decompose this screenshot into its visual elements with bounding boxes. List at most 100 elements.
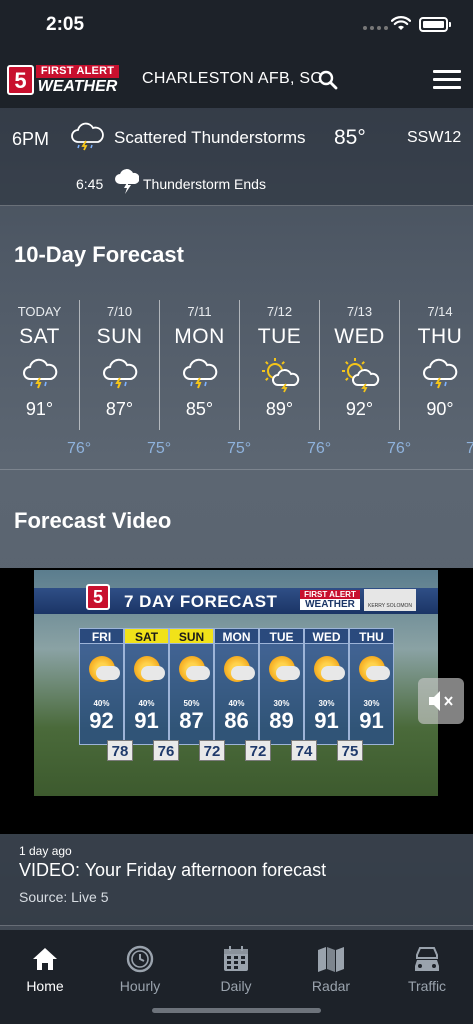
home-indicator bbox=[152, 1008, 321, 1013]
tab-daily[interactable]: Daily bbox=[196, 944, 276, 994]
day-high: 87° bbox=[105, 399, 134, 419]
tab-hourly[interactable]: Hourly bbox=[100, 944, 180, 994]
cloud-icon bbox=[186, 666, 210, 680]
graphic-day: WED 30% 91 bbox=[304, 628, 349, 745]
graphic-day-body: 50% 87 bbox=[169, 644, 214, 745]
day-name: SAT bbox=[19, 325, 60, 348]
station-logo[interactable]: 5 FIRST ALERT WEATHER bbox=[7, 65, 119, 95]
lightning-cloud-icon bbox=[115, 169, 139, 194]
forecast-day[interactable]: TODAY SAT 91° bbox=[0, 300, 80, 430]
clock-icon bbox=[100, 944, 180, 974]
graphic-brand-top: FIRST ALERT bbox=[300, 590, 360, 599]
day-low: 75° bbox=[147, 440, 172, 457]
graphic-day: MON 40% 86 bbox=[214, 628, 259, 745]
wifi-icon bbox=[391, 16, 411, 30]
day-date: 7/12 bbox=[266, 304, 293, 319]
graphic-hi: 89 bbox=[269, 708, 294, 733]
day-high: 89° bbox=[265, 399, 294, 419]
day-low: 76° bbox=[67, 440, 92, 457]
day-high: 85° bbox=[185, 399, 214, 419]
graphic-day-body: 30% 91 bbox=[349, 644, 394, 745]
graphic-day-name: THU bbox=[349, 628, 394, 644]
cloud-icon bbox=[321, 666, 345, 680]
status-bar: 2:05 bbox=[0, 0, 473, 52]
sun-thunderstorm-icon bbox=[320, 357, 399, 395]
video-caption[interactable]: 1 day ago VIDEO: Your Friday afternoon f… bbox=[0, 834, 473, 926]
search-icon[interactable] bbox=[318, 70, 338, 90]
graphic-lo: 74 bbox=[291, 740, 317, 761]
graphic-brand-bottom: WEATHER bbox=[300, 599, 360, 610]
graphic-day-name: TUE bbox=[259, 628, 304, 644]
tab-traffic[interactable]: Traffic bbox=[387, 944, 467, 994]
forecast-day[interactable]: 7/12 TUE 89° bbox=[240, 300, 320, 430]
forecast-day[interactable]: 7/11 MON 85° bbox=[160, 300, 240, 430]
day-date: 7/14 bbox=[427, 304, 453, 319]
forecast-day[interactable]: 7/14 THU 90° bbox=[400, 300, 473, 430]
video-title[interactable]: VIDEO: Your Friday afternoon forecast bbox=[19, 860, 326, 881]
graphic-lo: 72 bbox=[199, 740, 225, 761]
day-name: WED bbox=[334, 325, 385, 348]
calendar-icon bbox=[196, 944, 276, 974]
alert-time: 6:45 bbox=[76, 176, 104, 192]
video-frame[interactable]: 5 7 DAY FORECAST FIRST ALERT WEATHER KER… bbox=[34, 570, 438, 796]
home-icon bbox=[5, 944, 85, 974]
cloud-icon bbox=[231, 666, 255, 680]
day-low: 76° bbox=[387, 440, 412, 457]
day-date: 7/10 bbox=[106, 304, 133, 319]
current-wind: SSW12 bbox=[407, 129, 462, 146]
video-source: Source: Live 5 bbox=[19, 889, 109, 905]
graphic-lo: 76 bbox=[153, 740, 179, 761]
cloud-icon bbox=[276, 666, 300, 680]
graphic-pct: 40% bbox=[138, 699, 155, 708]
graphic-title: 7 DAY FORECAST bbox=[124, 592, 278, 611]
status-time: 2:05 bbox=[46, 14, 85, 35]
current-time: 6PM bbox=[12, 129, 50, 149]
graphic-day-name: WED bbox=[304, 628, 349, 644]
graphic-day-name: SAT bbox=[124, 628, 169, 644]
alert-text: Thunderstorm Ends bbox=[143, 176, 266, 192]
battery-icon bbox=[419, 17, 451, 32]
tab-radar[interactable]: Radar bbox=[291, 944, 371, 994]
day-low: 76° bbox=[307, 440, 332, 457]
graphic-day: TUE 30% 89 bbox=[259, 628, 304, 745]
current-conditions[interactable]: 6PM Scattered Thunderstorms 85° SSW12 6:… bbox=[0, 108, 473, 206]
thunderstorm-icon bbox=[0, 357, 79, 395]
tab-label: Radar bbox=[311, 978, 351, 994]
day-high: 90° bbox=[426, 399, 454, 419]
graphic-pct: 40% bbox=[93, 699, 110, 708]
day-low: 75° bbox=[227, 440, 252, 457]
current-temperature: 85° bbox=[334, 126, 366, 149]
graphic-hi: 87 bbox=[179, 708, 204, 733]
day-date: 7/11 bbox=[187, 304, 212, 319]
hamburger-menu-icon[interactable] bbox=[433, 70, 461, 90]
logo-line1: FIRST ALERT bbox=[36, 65, 119, 78]
current-condition: Scattered Thunderstorms bbox=[114, 128, 306, 147]
graphic-day-name: FRI bbox=[79, 628, 124, 644]
day-name: TUE bbox=[257, 325, 302, 348]
tab-home[interactable]: Home bbox=[5, 944, 85, 994]
graphic-lo: 78 bbox=[107, 740, 133, 761]
graphic-day-body: 40% 92 bbox=[79, 644, 124, 745]
mute-button[interactable] bbox=[418, 678, 464, 724]
tab-label: Home bbox=[26, 978, 64, 994]
thunderstorm-icon bbox=[400, 357, 473, 395]
car-icon bbox=[387, 944, 467, 974]
forecast-day[interactable]: 7/13 WED 92° bbox=[320, 300, 400, 430]
ten-day-strip[interactable]: TODAY SAT 91° 7/10 SUN 87° 7/11 MON 85° … bbox=[0, 300, 473, 470]
forecast-video-title: Forecast Video bbox=[14, 508, 172, 533]
location-label[interactable]: CHARLESTON AFB, SC bbox=[142, 70, 322, 88]
video-player[interactable]: 5 7 DAY FORECAST FIRST ALERT WEATHER KER… bbox=[0, 568, 473, 834]
forecast-day[interactable]: 7/10 SUN 87° bbox=[80, 300, 160, 430]
cloud-icon bbox=[366, 666, 390, 680]
speaker-muted-icon bbox=[429, 691, 453, 711]
sun-thunderstorm-icon bbox=[240, 357, 319, 395]
tab-label: Traffic bbox=[407, 978, 447, 994]
ten-day-title: 10-Day Forecast bbox=[14, 242, 184, 267]
day-high: 91° bbox=[25, 399, 54, 419]
day-name: THU bbox=[417, 325, 463, 348]
graphic-logo: 5 bbox=[86, 584, 110, 610]
tab-label: Hourly bbox=[119, 978, 161, 994]
day-date: TODAY bbox=[17, 304, 62, 319]
meteorologist-badge: KERRY SOLOMON bbox=[364, 589, 416, 611]
logo-number: 5 bbox=[7, 65, 34, 95]
